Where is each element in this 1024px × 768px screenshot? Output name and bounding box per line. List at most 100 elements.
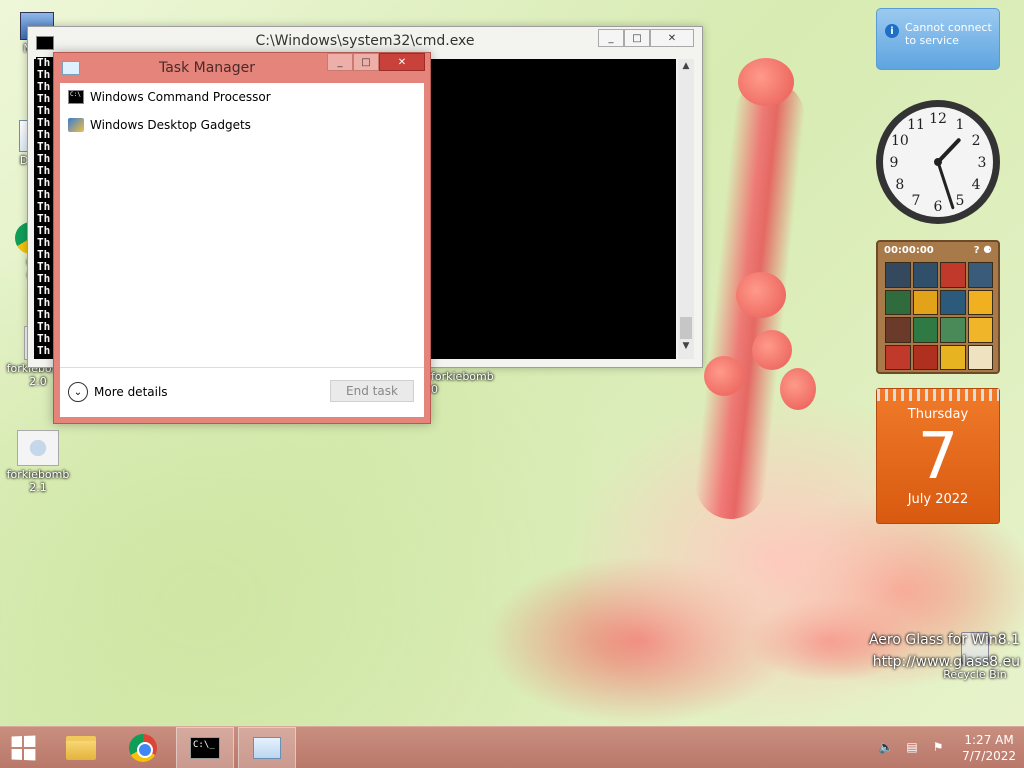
calendar-month-year: July 2022 — [907, 492, 969, 507]
desktop-icon-label: forkiebomb 2.1 — [6, 468, 70, 494]
puzzle-tile[interactable] — [885, 317, 911, 343]
minimize-button[interactable]: _ — [598, 29, 624, 47]
chrome-icon — [129, 734, 157, 762]
volume-muted-icon[interactable]: 🔈 — [878, 740, 894, 756]
puzzle-tile[interactable] — [940, 289, 966, 315]
maximize-button[interactable]: □ — [353, 53, 379, 71]
notification-line-1: Cannot connect — [905, 21, 992, 34]
watermark-line-2: http://www.glass8.eu — [872, 654, 1020, 670]
app-row-windows-desktop-gadgets[interactable]: Windows Desktop Gadgets — [60, 111, 424, 139]
picture-puzzle-gadget[interactable]: 00:00:00 ? ⚈ — [876, 240, 1000, 374]
cmd-app-icon — [36, 36, 54, 50]
wallpaper-flower-bud — [738, 58, 794, 106]
clock-numeral: 9 — [890, 155, 899, 171]
puzzle-help-icon[interactable]: ? ⚈ — [974, 245, 992, 260]
puzzle-tile[interactable] — [885, 289, 911, 315]
clock-numeral: 4 — [972, 177, 981, 193]
gear-file-icon — [17, 430, 59, 466]
calendar-rings — [877, 389, 999, 401]
cmd-icon — [68, 90, 84, 104]
clock-numeral: 12 — [929, 111, 947, 127]
wallpaper-flower-bud — [780, 368, 816, 410]
task-manager-controls: _ □ ✕ — [327, 53, 425, 71]
close-button[interactable]: ✕ — [379, 53, 425, 71]
puzzle-tile[interactable] — [912, 344, 938, 370]
network-icon[interactable]: ▤ — [904, 740, 920, 756]
puzzle-tile[interactable] — [967, 317, 993, 343]
info-icon: i — [885, 24, 899, 38]
puzzle-tile[interactable] — [885, 262, 911, 288]
taskbar-google-chrome[interactable] — [114, 727, 172, 768]
taskbar-file-explorer[interactable] — [52, 727, 110, 768]
start-button[interactable] — [0, 727, 46, 768]
cmd-window-controls: _ □ ✕ — [598, 29, 694, 47]
taskbar-task-manager[interactable] — [238, 727, 296, 768]
taskbar: C:\_ 🔈 ▤ ⚑ 1:27 AM 7/7/2022 — [0, 726, 1024, 768]
clock-numeral: 7 — [912, 193, 921, 209]
clock-numeral: 5 — [956, 193, 965, 209]
puzzle-tile[interactable] — [967, 344, 993, 370]
minimize-button[interactable]: _ — [327, 53, 353, 71]
calendar-gadget[interactable]: Thursday 7 July 2022 — [876, 388, 1000, 524]
app-row-label: Windows Desktop Gadgets — [90, 118, 251, 132]
app-list: Windows Command Processor Windows Deskto… — [60, 83, 424, 367]
scroll-down-arrow-icon[interactable]: ▼ — [678, 341, 694, 357]
task-manager-footer: ⌄ More details End task — [60, 367, 424, 417]
console-text-lines: Th Th Th Th Th Th Th Th Th Th Th Th Th Th Th Th Th Th Th Th… — [36, 57, 54, 357]
calendar-day: 7 — [917, 420, 959, 494]
task-manager-title: Task Manager — [158, 60, 256, 76]
puzzle-tile[interactable] — [940, 262, 966, 288]
folder-icon — [66, 736, 96, 760]
app-row-label: Windows Command Processor — [90, 90, 271, 104]
close-button[interactable]: ✕ — [650, 29, 694, 47]
puzzle-tile[interactable] — [912, 262, 938, 288]
wallpaper-flower-stem — [692, 77, 808, 523]
watermark-line-1: Aero Glass for Win8.1 — [868, 632, 1020, 648]
puzzle-grid — [885, 262, 993, 370]
clock-numeral: 3 — [978, 155, 987, 171]
task-manager-icon — [62, 61, 80, 75]
clock-numeral: 8 — [895, 177, 904, 193]
scroll-up-arrow-icon[interactable]: ▲ — [678, 61, 694, 77]
puzzle-tile[interactable] — [912, 317, 938, 343]
app-row-windows-command-processor[interactable]: Windows Command Processor — [60, 83, 424, 111]
puzzle-timer: 00:00:00 — [884, 245, 934, 256]
puzzle-tile[interactable] — [912, 289, 938, 315]
maximize-button[interactable]: □ — [624, 29, 650, 47]
action-center-flag-icon[interactable]: ⚑ — [930, 740, 946, 756]
task-manager-icon — [253, 737, 281, 759]
more-details-toggle[interactable]: ⌄ More details — [68, 382, 168, 402]
puzzle-tile[interactable] — [940, 317, 966, 343]
wallpaper-flower-bud — [704, 356, 744, 396]
task-manager-window[interactable]: Task Manager _ □ ✕ Windows Command Proce… — [53, 52, 431, 424]
gadgets-icon — [68, 118, 84, 132]
taskbar-time: 1:27 AM — [964, 733, 1014, 747]
taskbar-command-prompt[interactable]: C:\_ — [176, 727, 234, 768]
chevron-down-icon: ⌄ — [68, 382, 88, 402]
weather-gadget-notification[interactable]: i Cannot connect to service — [876, 8, 1000, 70]
puzzle-header: 00:00:00 ? ⚈ — [878, 242, 998, 260]
cmd-icon: C:\_ — [190, 737, 220, 759]
task-manager-body: Windows Command Processor Windows Deskto… — [60, 83, 424, 417]
puzzle-tile[interactable] — [940, 344, 966, 370]
clock-center — [934, 158, 942, 166]
puzzle-tile[interactable] — [967, 289, 993, 315]
taskbar-clock[interactable]: 1:27 AM 7/7/2022 — [962, 732, 1016, 764]
system-tray: 🔈 ▤ ⚑ 1:27 AM 7/7/2022 — [878, 727, 1016, 768]
more-details-label: More details — [94, 385, 168, 399]
clock-numeral: 1 — [956, 117, 965, 133]
desktop-icon-forkiebomb-2-1[interactable]: forkiebomb 2.1 — [3, 430, 73, 494]
clock-numeral: 10 — [891, 133, 909, 149]
vertical-scrollbar[interactable]: ▲ ▼ — [678, 59, 694, 359]
clock-numeral: 6 — [934, 199, 943, 215]
end-task-button[interactable]: End task — [330, 380, 414, 402]
console-line: Th — [37, 344, 51, 357]
taskbar-date: 7/7/2022 — [962, 749, 1016, 763]
clock-numeral: 11 — [907, 117, 925, 133]
puzzle-tile[interactable] — [885, 344, 911, 370]
scrollbar-thumb[interactable] — [680, 317, 692, 339]
clock-gadget[interactable]: 1234567891011 12 — [874, 98, 1002, 226]
wallpaper-flower-bud — [736, 272, 786, 318]
clock-numeral: 2 — [972, 133, 981, 149]
puzzle-tile[interactable] — [967, 262, 993, 288]
